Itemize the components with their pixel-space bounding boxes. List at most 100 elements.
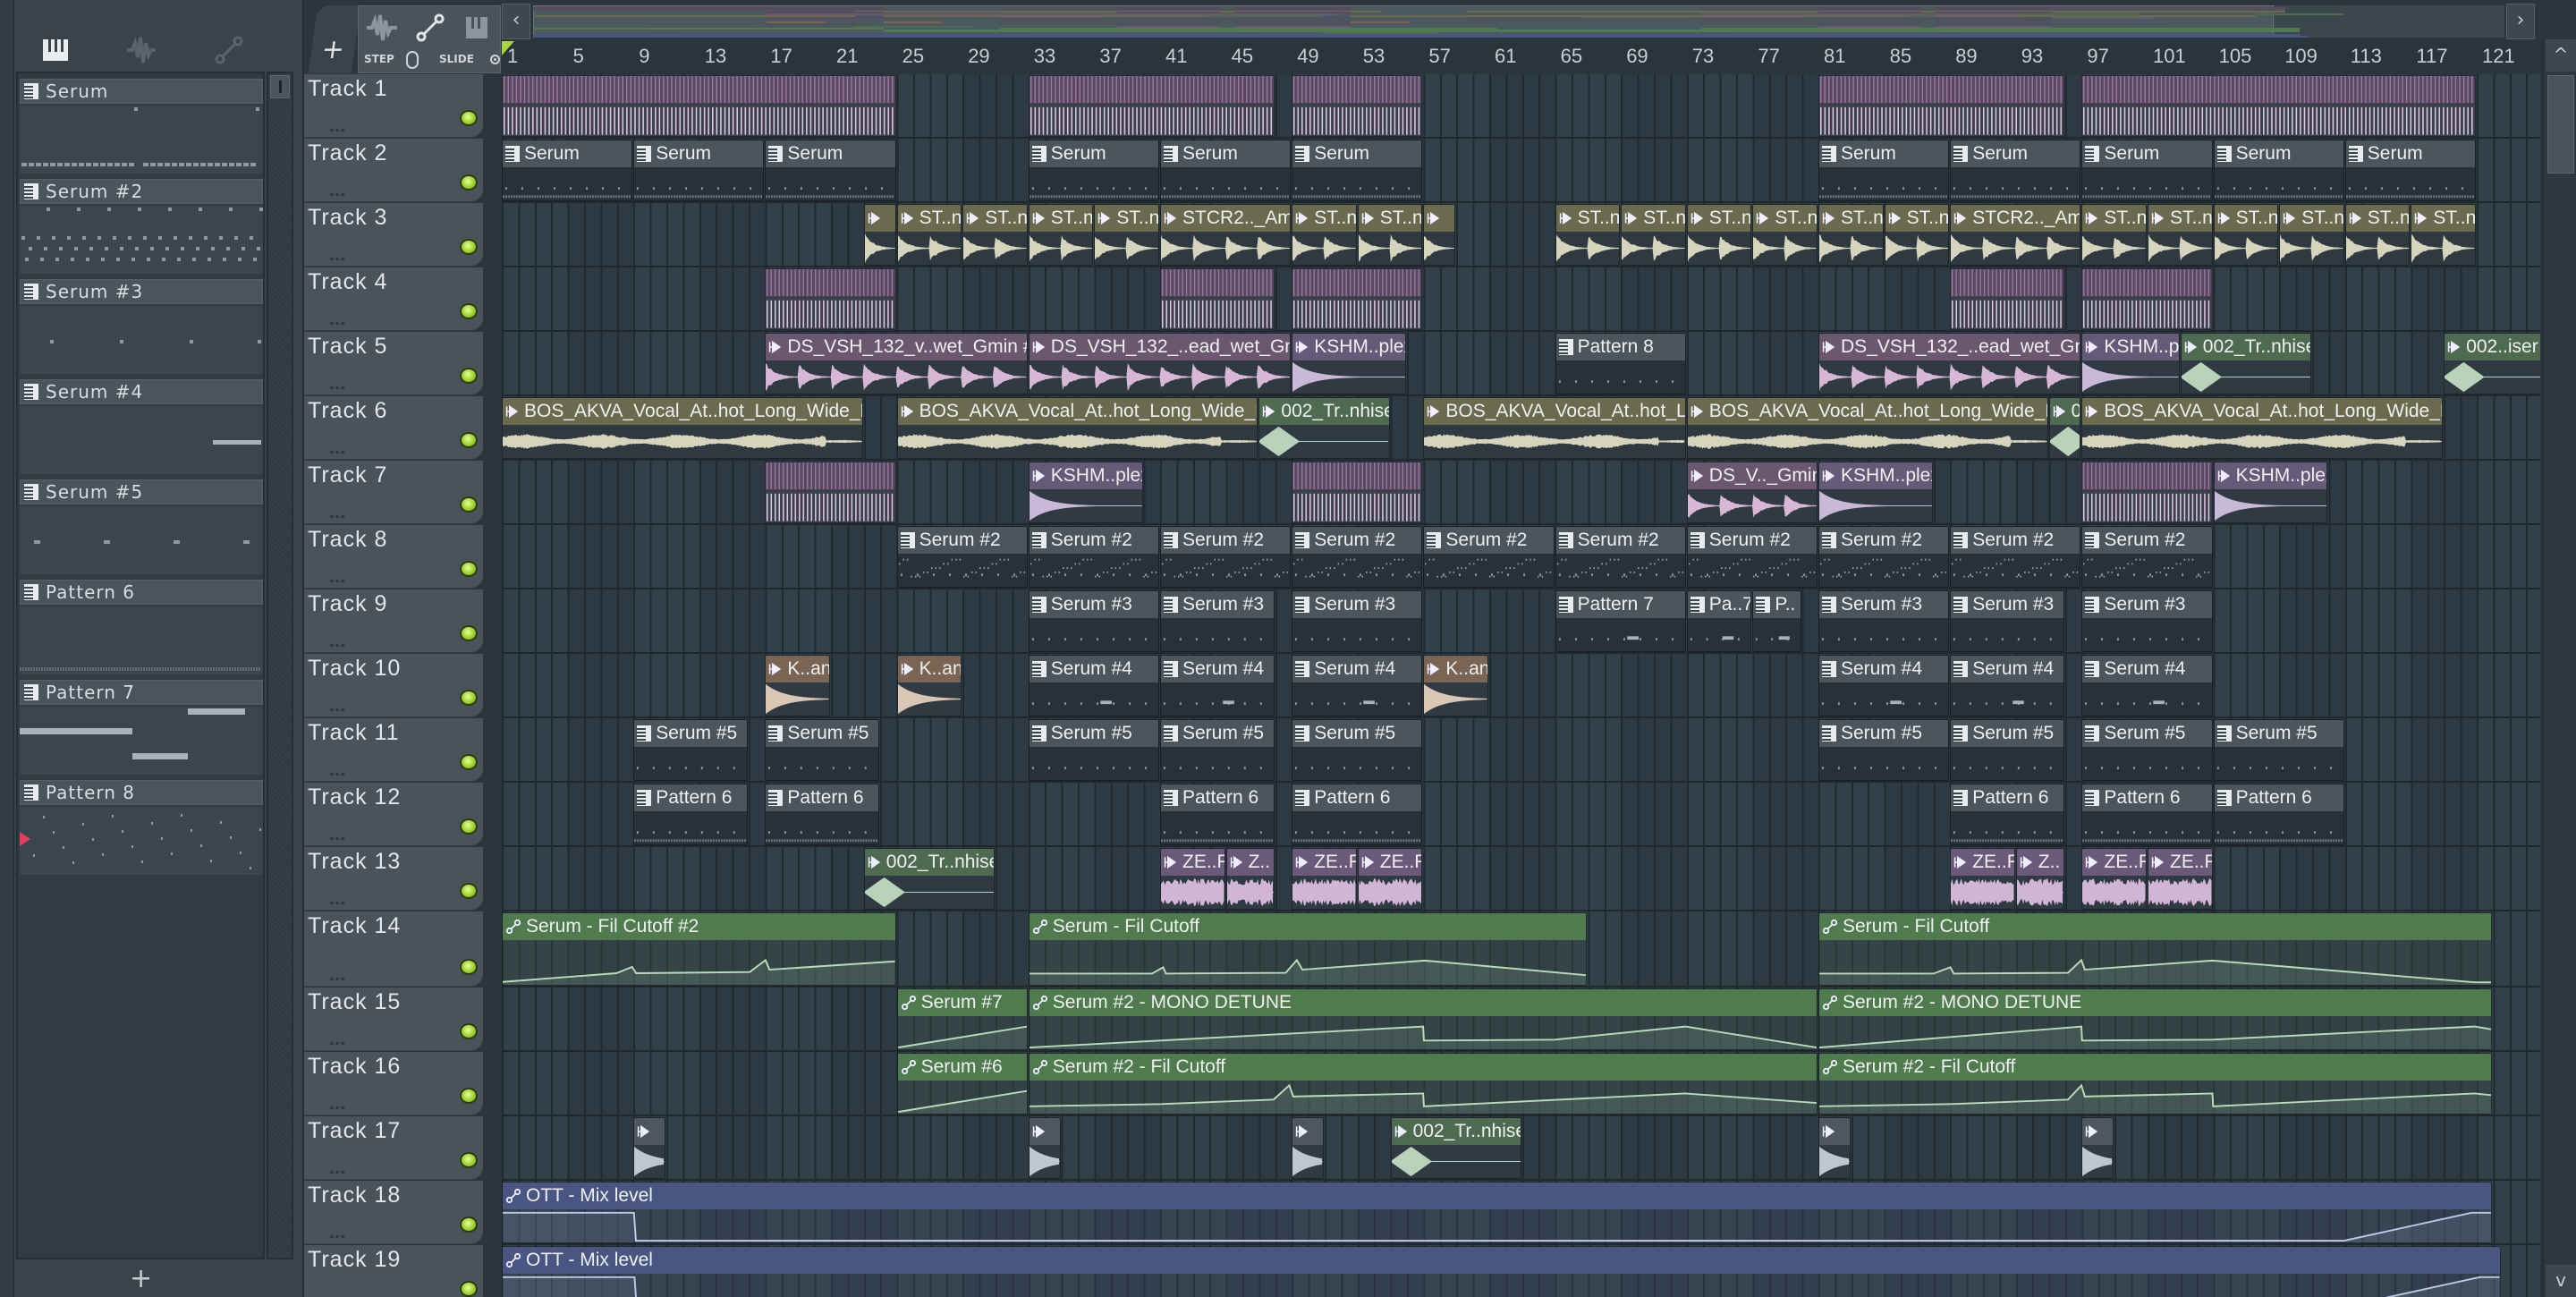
clip-pattern[interactable]: Serum [1028, 140, 1159, 201]
track-name[interactable]: Track 12 [308, 784, 401, 810]
track-header[interactable]: Track 8... [304, 525, 483, 589]
clip-header[interactable]: 002_Tr..nhiser [1391, 1118, 1521, 1145]
clip-pattern[interactable]: Serum #4 [1818, 655, 1950, 716]
track-menu[interactable]: ... [329, 1096, 345, 1113]
clip-header[interactable] [1819, 1118, 1850, 1145]
clip-notes[interactable] [1160, 268, 1275, 330]
clip-header[interactable]: 002_Tr..nhiser [2181, 334, 2310, 360]
track-menu[interactable]: ... [329, 633, 345, 650]
track-lane[interactable]: BOS_AKVA_Vocal_At..hot_Long_Wide_F#m BOS_… [502, 396, 2540, 461]
ruler-bar-label[interactable]: 97 [2087, 45, 2108, 68]
pattern-item[interactable]: Serum [20, 79, 263, 175]
clip-pink[interactable]: DS_VSH_132_..ead_wet_Gmin [1818, 333, 2081, 394]
clip-purple[interactable]: ZE..F [1950, 848, 2015, 910]
ruler-bar-label[interactable]: 5 [573, 45, 584, 68]
track-mute-led[interactable] [460, 303, 478, 319]
clip-pattern[interactable]: Serum #5 [1028, 719, 1159, 781]
clip-header[interactable]: ST..n [2148, 205, 2212, 232]
clip-header[interactable]: ST..n [1819, 205, 1883, 232]
clip-pattern[interactable]: Serum [765, 140, 896, 201]
clip-green[interactable]: 002_Tr..nhiser [863, 848, 995, 910]
clip-pattern[interactable]: P.. [1752, 590, 1801, 652]
track-lane[interactable]: Serum #2 Serum #2 Serum #2 Serum #2 Serum #2… [502, 525, 2540, 589]
clip-pattern[interactable]: Serum #2 [1818, 526, 1950, 588]
ruler-bar-label[interactable]: 105 [2219, 45, 2252, 68]
clip-header[interactable]: Serum #5 [1819, 720, 1949, 747]
clip-pattern[interactable]: Serum [502, 140, 633, 201]
clip-header[interactable]: Serum [2345, 140, 2475, 167]
track-header[interactable]: Track 2... [304, 139, 483, 202]
track-name[interactable]: Track 17 [308, 1118, 401, 1144]
track-header[interactable]: Track 1... [304, 74, 483, 138]
track-menu[interactable]: ... [329, 891, 345, 908]
piano-roll-tool-icon[interactable] [459, 10, 495, 46]
clip-pattern[interactable]: Serum #5 [2213, 719, 2344, 781]
clip-auto[interactable]: Serum #6 [896, 1053, 1028, 1115]
clip-lilac[interactable]: KSHM..pl [2081, 333, 2180, 394]
clip-header[interactable]: Serum #2 - Fil Cutoff [1819, 1054, 2492, 1081]
clip-header[interactable]: K..an [1424, 656, 1487, 682]
track-mute-led[interactable] [460, 239, 478, 255]
pattern-item[interactable]: Serum #4 [20, 379, 263, 476]
track-mute-led[interactable] [460, 754, 478, 770]
scrollbar-thumb[interactable] [270, 75, 290, 98]
track-name[interactable]: Track 18 [308, 1183, 401, 1208]
clip-olive[interactable]: BOS_AKVA_Vocal_At..hot_Long_Wide_F#m [896, 397, 1258, 459]
ruler-bar-label[interactable]: 53 [1363, 45, 1385, 68]
ruler-bar-label[interactable]: 13 [705, 45, 726, 68]
clip-pattern[interactable]: Serum [2213, 140, 2344, 201]
track-menu[interactable]: ... [329, 504, 345, 521]
scroll-down-button[interactable]: v [2546, 1265, 2576, 1297]
clip-pattern[interactable]: Serum [1160, 140, 1292, 201]
clip-header[interactable]: Pattern 6 [766, 784, 879, 811]
clip-header[interactable]: STCR2.._Amin [1161, 205, 1291, 232]
automation-tool-icon[interactable] [412, 10, 448, 46]
clip-pink[interactable]: DS_V.._Gmin [1686, 462, 1818, 523]
scroll-right-button[interactable]: › [2506, 4, 2535, 39]
track-lane[interactable]: OTT - Mix level [502, 1181, 2540, 1245]
clip-pattern[interactable]: Serum #3 [2081, 590, 2213, 652]
clip-pattern[interactable]: Serum #2 [1555, 526, 1686, 588]
clip-header[interactable]: Serum [2082, 140, 2212, 167]
clip-header[interactable]: Serum #5 [1161, 720, 1274, 747]
track-mute-led[interactable] [460, 818, 478, 835]
ruler-bar-label[interactable]: 57 [1428, 45, 1450, 68]
clip-header[interactable]: ST..n [1292, 205, 1356, 232]
track-mute-led[interactable] [460, 690, 478, 706]
clip-pattern[interactable]: Serum #3 [1818, 590, 1950, 652]
ruler-bar-label[interactable]: 81 [1824, 45, 1845, 68]
track-header[interactable]: Track 11... [304, 718, 483, 782]
clip-header[interactable]: Serum #3 [1819, 591, 1949, 618]
clip-header[interactable]: ST..n [2214, 205, 2277, 232]
clip-header[interactable]: DS_VSH_132_v..wet_Gmin #2 [766, 334, 1027, 360]
clip-pattern[interactable]: Serum #2 [1028, 526, 1159, 588]
clip-notes[interactable] [1292, 75, 1423, 137]
clip-auto[interactable]: Serum - Fil Cutoff #2 [502, 912, 896, 986]
clip-purple[interactable]: ZE..F [2081, 848, 2147, 910]
clip-purple[interactable]: Z.. [1225, 848, 1275, 910]
track-mute-led[interactable] [460, 1152, 478, 1168]
clip-olive[interactable]: BOS_AKVA_Vocal_At..hot_Long [1423, 397, 1686, 459]
scroll-left-button[interactable]: ‹ [502, 4, 530, 39]
track-menu[interactable]: ... [329, 762, 345, 779]
track-header[interactable]: Track 18... [304, 1181, 483, 1244]
clip-pattern[interactable]: Serum #5 [1950, 719, 2064, 781]
clip-header[interactable]: ZE..F [2082, 849, 2146, 876]
clip-pattern[interactable]: Serum #5 [1160, 719, 1275, 781]
pattern-item-header[interactable]: Pattern 7 [20, 680, 263, 705]
track-lane[interactable]: 002_Tr..nhiser ZE..F Z.. ZE..F ZE..F ZE..F Z..… [502, 847, 2540, 911]
clip-header[interactable]: KSHM..plex [1819, 462, 1932, 489]
track-lane[interactable]: Serum - Fil Cutoff #2 Serum - Fil Cutoff S… [502, 911, 2540, 988]
track-menu[interactable]: ... [329, 247, 345, 264]
clip-olive[interactable]: ST..n [1752, 204, 1818, 266]
clip-pattern[interactable]: Pattern 6 [2081, 784, 2213, 845]
ruler-bar-label[interactable]: 37 [1099, 45, 1121, 68]
track-menu[interactable]: ... [329, 1031, 345, 1048]
clip-pattern[interactable]: Serum #2 [1423, 526, 1555, 588]
clip-header[interactable]: Serum [1292, 140, 1422, 167]
clip-brown[interactable]: K..an [1423, 655, 1488, 716]
clip-pattern[interactable]: Serum #3 [1028, 590, 1159, 652]
track-header[interactable]: Track 3... [304, 203, 483, 267]
clip-olive[interactable] [1423, 204, 1456, 266]
track-menu[interactable]: ... [329, 967, 345, 984]
